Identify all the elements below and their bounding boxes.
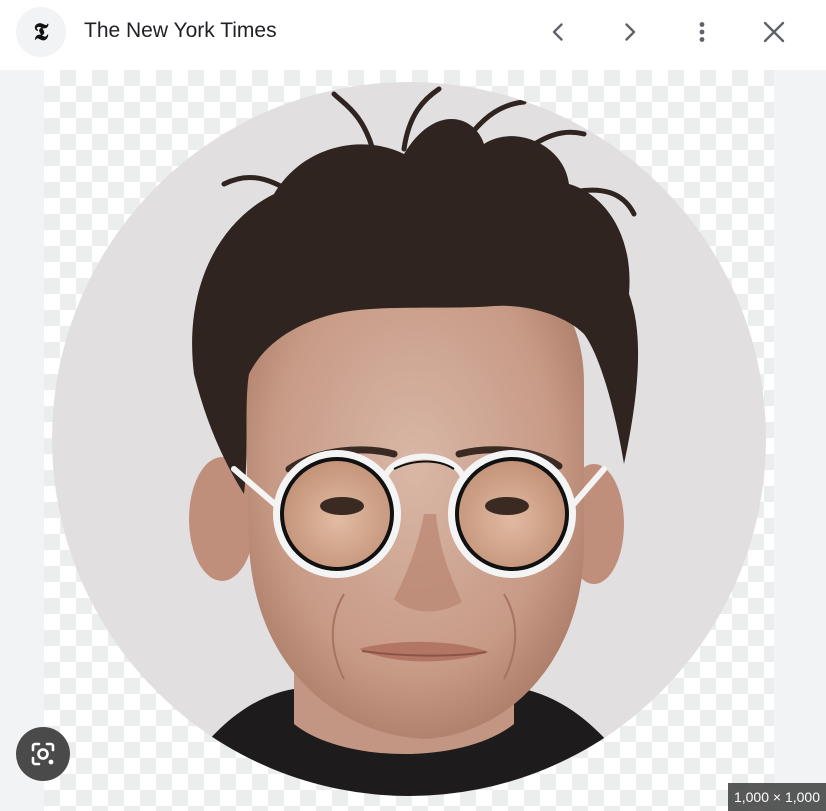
- nyt-logo-icon[interactable]: 𝕿: [16, 7, 66, 57]
- portrait-image[interactable]: [44, 74, 774, 804]
- close-icon: [763, 21, 785, 43]
- chevron-left-icon: [552, 23, 563, 41]
- next-button[interactable]: [610, 12, 650, 52]
- more-options-button[interactable]: [682, 12, 722, 52]
- chevron-right-icon: [625, 23, 636, 41]
- more-vert-icon: [699, 22, 705, 42]
- image-stage: 1,000 × 1,000: [0, 70, 826, 811]
- viewer-header: 𝕿 The New York Times: [0, 0, 826, 70]
- previous-button[interactable]: [538, 12, 578, 52]
- image-viewer: 𝕿 The New York Times 1,000 × 1,000: [0, 0, 826, 811]
- close-button[interactable]: [754, 12, 794, 52]
- google-lens-icon: [31, 742, 55, 766]
- nyt-logo-glyph: 𝕿: [33, 20, 49, 46]
- source-title[interactable]: The New York Times: [84, 19, 277, 43]
- image-dimensions-badge: 1,000 × 1,000: [727, 783, 826, 811]
- search-image-button[interactable]: [16, 727, 70, 781]
